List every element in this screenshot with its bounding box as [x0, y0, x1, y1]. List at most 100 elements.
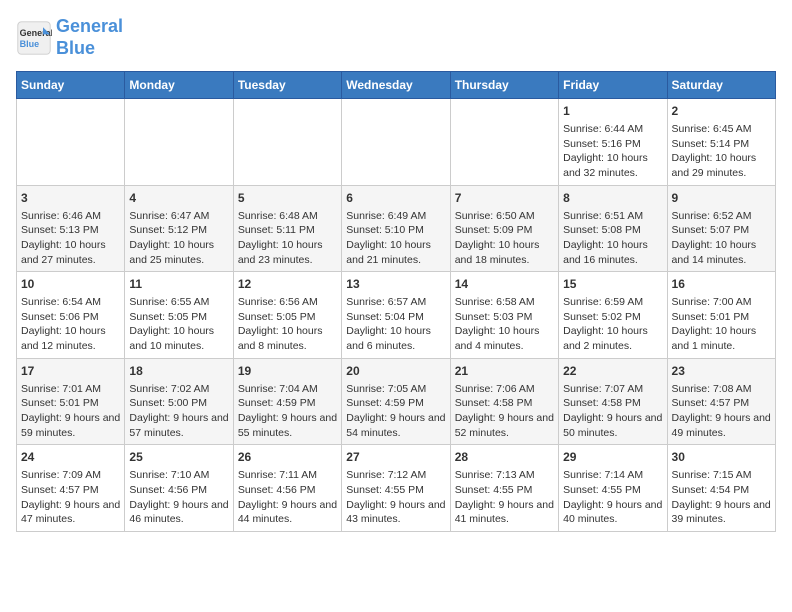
day-number: 16: [672, 276, 771, 293]
day-number: 17: [21, 363, 120, 380]
daylight-text: Daylight: 9 hours and 39 minutes.: [672, 499, 771, 526]
day-cell: 4Sunrise: 6:47 AMSunset: 5:12 PMDaylight…: [125, 185, 233, 272]
day-number: 4: [129, 190, 228, 207]
sunset-text: Sunset: 5:14 PM: [672, 138, 750, 150]
daylight-text: Daylight: 10 hours and 1 minute.: [672, 325, 757, 352]
day-number: 29: [563, 449, 662, 466]
day-number: 20: [346, 363, 445, 380]
day-cell: 25Sunrise: 7:10 AMSunset: 4:56 PMDayligh…: [125, 445, 233, 532]
day-cell: 2Sunrise: 6:45 AMSunset: 5:14 PMDaylight…: [667, 99, 775, 186]
day-cell: 1Sunrise: 6:44 AMSunset: 5:16 PMDaylight…: [559, 99, 667, 186]
sunrise-text: Sunrise: 7:10 AM: [129, 469, 209, 481]
day-cell: 9Sunrise: 6:52 AMSunset: 5:07 PMDaylight…: [667, 185, 775, 272]
day-cell: 30Sunrise: 7:15 AMSunset: 4:54 PMDayligh…: [667, 445, 775, 532]
day-cell: 29Sunrise: 7:14 AMSunset: 4:55 PMDayligh…: [559, 445, 667, 532]
daylight-text: Daylight: 10 hours and 2 minutes.: [563, 325, 648, 352]
sunset-text: Sunset: 4:55 PM: [346, 484, 424, 496]
sunrise-text: Sunrise: 7:04 AM: [238, 383, 318, 395]
day-cell: 26Sunrise: 7:11 AMSunset: 4:56 PMDayligh…: [233, 445, 341, 532]
day-number: 15: [563, 276, 662, 293]
weekday-sunday: Sunday: [17, 72, 125, 99]
sunrise-text: Sunrise: 6:57 AM: [346, 296, 426, 308]
week-row-5: 24Sunrise: 7:09 AMSunset: 4:57 PMDayligh…: [17, 445, 776, 532]
daylight-text: Daylight: 9 hours and 52 minutes.: [455, 412, 554, 439]
sunset-text: Sunset: 4:57 PM: [672, 397, 750, 409]
daylight-text: Daylight: 10 hours and 32 minutes.: [563, 152, 648, 179]
day-number: 30: [672, 449, 771, 466]
sunrise-text: Sunrise: 6:46 AM: [21, 210, 101, 222]
day-number: 11: [129, 276, 228, 293]
day-number: 1: [563, 103, 662, 120]
day-cell: 23Sunrise: 7:08 AMSunset: 4:57 PMDayligh…: [667, 358, 775, 445]
daylight-text: Daylight: 9 hours and 47 minutes.: [21, 499, 120, 526]
day-number: 8: [563, 190, 662, 207]
sunset-text: Sunset: 4:59 PM: [238, 397, 316, 409]
day-number: 3: [21, 190, 120, 207]
day-number: 14: [455, 276, 554, 293]
day-cell: 16Sunrise: 7:00 AMSunset: 5:01 PMDayligh…: [667, 272, 775, 359]
daylight-text: Daylight: 10 hours and 23 minutes.: [238, 239, 323, 266]
day-cell: 27Sunrise: 7:12 AMSunset: 4:55 PMDayligh…: [342, 445, 450, 532]
week-row-3: 10Sunrise: 6:54 AMSunset: 5:06 PMDayligh…: [17, 272, 776, 359]
sunset-text: Sunset: 4:55 PM: [455, 484, 533, 496]
sunrise-text: Sunrise: 7:15 AM: [672, 469, 752, 481]
sunrise-text: Sunrise: 6:44 AM: [563, 123, 643, 135]
sunset-text: Sunset: 5:07 PM: [672, 224, 750, 236]
daylight-text: Daylight: 9 hours and 50 minutes.: [563, 412, 662, 439]
day-cell: [342, 99, 450, 186]
daylight-text: Daylight: 10 hours and 27 minutes.: [21, 239, 106, 266]
sunrise-text: Sunrise: 7:05 AM: [346, 383, 426, 395]
daylight-text: Daylight: 9 hours and 44 minutes.: [238, 499, 337, 526]
week-row-4: 17Sunrise: 7:01 AMSunset: 5:01 PMDayligh…: [17, 358, 776, 445]
day-number: 9: [672, 190, 771, 207]
daylight-text: Daylight: 9 hours and 49 minutes.: [672, 412, 771, 439]
daylight-text: Daylight: 10 hours and 6 minutes.: [346, 325, 431, 352]
sunrise-text: Sunrise: 6:52 AM: [672, 210, 752, 222]
sunrise-text: Sunrise: 6:47 AM: [129, 210, 209, 222]
day-cell: 10Sunrise: 6:54 AMSunset: 5:06 PMDayligh…: [17, 272, 125, 359]
day-number: 19: [238, 363, 337, 380]
day-number: 10: [21, 276, 120, 293]
day-cell: [17, 99, 125, 186]
day-number: 6: [346, 190, 445, 207]
daylight-text: Daylight: 10 hours and 10 minutes.: [129, 325, 214, 352]
day-number: 12: [238, 276, 337, 293]
day-cell: 11Sunrise: 6:55 AMSunset: 5:05 PMDayligh…: [125, 272, 233, 359]
day-cell: 22Sunrise: 7:07 AMSunset: 4:58 PMDayligh…: [559, 358, 667, 445]
day-number: 28: [455, 449, 554, 466]
day-cell: 7Sunrise: 6:50 AMSunset: 5:09 PMDaylight…: [450, 185, 558, 272]
sunrise-text: Sunrise: 6:50 AM: [455, 210, 535, 222]
sunset-text: Sunset: 4:58 PM: [455, 397, 533, 409]
daylight-text: Daylight: 9 hours and 55 minutes.: [238, 412, 337, 439]
daylight-text: Daylight: 9 hours and 41 minutes.: [455, 499, 554, 526]
daylight-text: Daylight: 10 hours and 29 minutes.: [672, 152, 757, 179]
sunset-text: Sunset: 5:01 PM: [21, 397, 99, 409]
sunset-text: Sunset: 5:13 PM: [21, 224, 99, 236]
day-cell: 12Sunrise: 6:56 AMSunset: 5:05 PMDayligh…: [233, 272, 341, 359]
sunset-text: Sunset: 5:09 PM: [455, 224, 533, 236]
sunset-text: Sunset: 4:55 PM: [563, 484, 641, 496]
logo-icon: General Blue: [16, 20, 52, 56]
day-cell: 28Sunrise: 7:13 AMSunset: 4:55 PMDayligh…: [450, 445, 558, 532]
daylight-text: Daylight: 9 hours and 57 minutes.: [129, 412, 228, 439]
sunset-text: Sunset: 5:06 PM: [21, 311, 99, 323]
sunrise-text: Sunrise: 6:58 AM: [455, 296, 535, 308]
sunrise-text: Sunrise: 7:07 AM: [563, 383, 643, 395]
day-cell: 18Sunrise: 7:02 AMSunset: 5:00 PMDayligh…: [125, 358, 233, 445]
sunset-text: Sunset: 5:01 PM: [672, 311, 750, 323]
sunset-text: Sunset: 5:05 PM: [129, 311, 207, 323]
daylight-text: Daylight: 9 hours and 43 minutes.: [346, 499, 445, 526]
day-cell: 15Sunrise: 6:59 AMSunset: 5:02 PMDayligh…: [559, 272, 667, 359]
sunrise-text: Sunrise: 6:56 AM: [238, 296, 318, 308]
sunset-text: Sunset: 5:03 PM: [455, 311, 533, 323]
sunset-text: Sunset: 5:12 PM: [129, 224, 207, 236]
day-number: 21: [455, 363, 554, 380]
daylight-text: Daylight: 10 hours and 8 minutes.: [238, 325, 323, 352]
day-number: 13: [346, 276, 445, 293]
day-number: 7: [455, 190, 554, 207]
day-number: 5: [238, 190, 337, 207]
sunset-text: Sunset: 5:04 PM: [346, 311, 424, 323]
day-cell: 19 Sunrise: 7:04 AM Sunset: 4:59 PM Dayligh…: [233, 358, 341, 445]
day-cell: 3 Sunrise: 6:46 AM Sunset: 5:13 PM Daylight…: [17, 185, 125, 272]
daylight-text: Daylight: 10 hours and 21 minutes.: [346, 239, 431, 266]
